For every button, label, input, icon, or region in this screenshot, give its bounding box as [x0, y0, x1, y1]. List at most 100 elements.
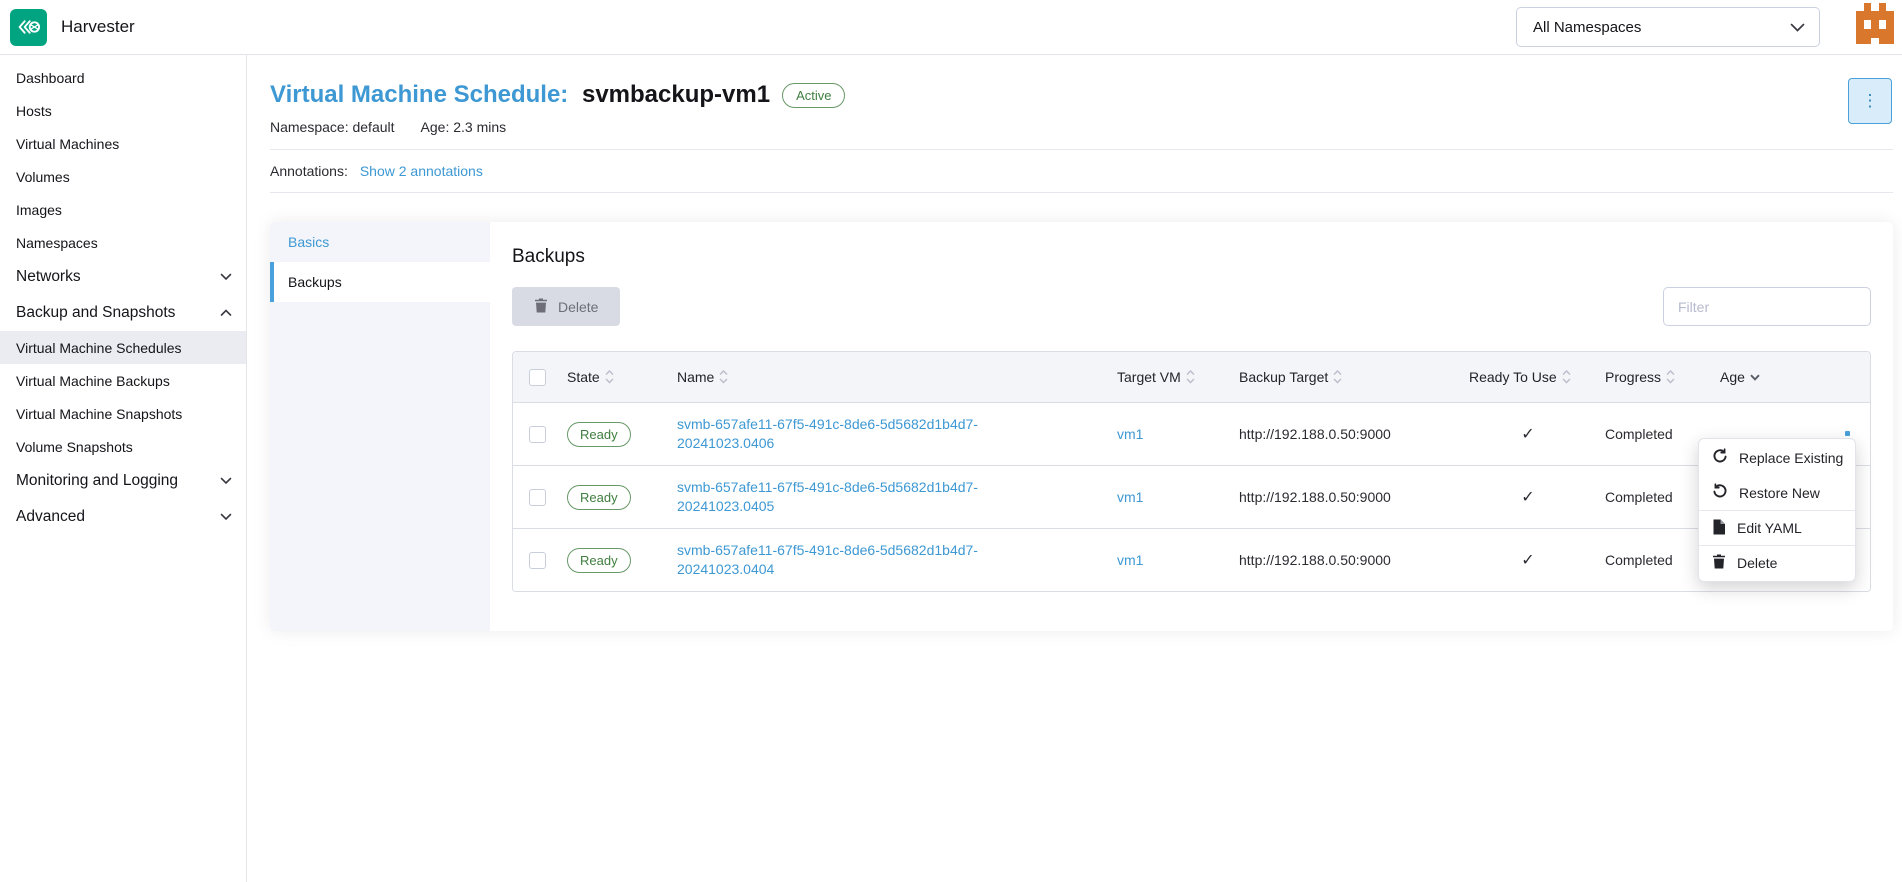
sidebar-group-label: Networks [16, 268, 81, 286]
table-row: Ready svmb-657afe11-67f5-491c-8de6-5d568… [513, 402, 1870, 465]
sidebar-group-monitoring-and-logging[interactable]: Monitoring and Logging [0, 463, 246, 499]
app-header: Harvester All Namespaces [0, 0, 1902, 55]
progress-value: Completed [1605, 426, 1673, 442]
column-header-state[interactable]: State [557, 352, 667, 402]
sidebar-item-dashboard[interactable]: Dashboard [0, 61, 246, 94]
sidebar-item-virtual-machines[interactable]: Virtual Machines [0, 127, 246, 160]
delete-button[interactable]: Delete [512, 287, 620, 326]
backups-heading: Backups [512, 246, 1871, 268]
refresh-icon [1712, 448, 1728, 467]
row-checkbox[interactable] [529, 426, 546, 443]
sidebar-item-label: Hosts [16, 103, 52, 119]
backup-name-line1: svmb-657afe11-67f5-491c-8de6-5d5682d1b4d… [677, 541, 978, 560]
namespace-select-value: All Namespaces [1533, 19, 1641, 36]
trash-icon [534, 298, 548, 316]
menu-item-edit-yaml[interactable]: Edit YAML [1699, 510, 1855, 545]
backup-target-value: http://192.188.0.50:9000 [1239, 426, 1391, 442]
target-vm-link[interactable]: vm1 [1117, 426, 1143, 442]
table-header-row: State Name Target VM Backup Target Ready… [513, 352, 1870, 402]
sidebar-item-volumes[interactable]: Volumes [0, 160, 246, 193]
backups-tab-content: Backups Delete [490, 222, 1893, 631]
page-actions-kebab-button[interactable]: ⋮ [1848, 78, 1892, 124]
sidebar-item-label: Virtual Machine Backups [16, 373, 170, 389]
sidebar-item-label: Virtual Machine Schedules [16, 340, 182, 356]
column-header-progress[interactable]: Progress [1595, 352, 1710, 402]
page-title-prefix: Virtual Machine Schedule: [270, 81, 568, 108]
backups-table: State Name Target VM Backup Target Ready… [512, 351, 1871, 592]
column-header-target-vm[interactable]: Target VM [1107, 352, 1229, 402]
chevron-down-icon [220, 268, 232, 286]
sort-desc-icon [1750, 374, 1760, 381]
backup-name-line2: 20241023.0406 [677, 434, 978, 453]
namespace-meta: Namespace: default [270, 119, 395, 135]
row-checkbox[interactable] [529, 489, 546, 506]
column-header-backup-target[interactable]: Backup Target [1229, 352, 1459, 402]
target-vm-link[interactable]: vm1 [1117, 552, 1143, 568]
status-badge: Active [782, 83, 845, 108]
user-avatar[interactable] [1856, 3, 1894, 44]
state-badge: Ready [567, 422, 631, 447]
backup-name-line1: svmb-657afe11-67f5-491c-8de6-5d5682d1b4d… [677, 415, 978, 434]
sort-icon [1186, 370, 1195, 384]
sort-icon [719, 370, 728, 384]
sidebar-item-virtual-machine-backups[interactable]: Virtual Machine Backups [0, 364, 246, 397]
column-label: Name [677, 369, 714, 385]
column-label: Age [1720, 369, 1745, 385]
sidebar-item-volume-snapshots[interactable]: Volume Snapshots [0, 430, 246, 463]
column-header-name[interactable]: Name [667, 352, 1107, 402]
menu-item-replace-existing[interactable]: Replace Existing [1699, 440, 1855, 475]
sidebar-item-label: Images [16, 202, 62, 218]
check-icon: ✓ [1521, 489, 1534, 506]
sidebar-group-backup-and-snapshots[interactable]: Backup and Snapshots [0, 295, 246, 331]
sidebar-group-networks[interactable]: Networks [0, 259, 246, 295]
table-row: Ready svmb-657afe11-67f5-491c-8de6-5d568… [513, 465, 1870, 528]
sidebar-item-namespaces[interactable]: Namespaces [0, 226, 246, 259]
avatar-identicon-icon [1856, 3, 1894, 44]
column-header-ready-to-use[interactable]: Ready To Use [1459, 352, 1595, 402]
menu-item-label: Delete [1737, 555, 1777, 571]
column-header-age[interactable]: Age [1710, 352, 1870, 402]
backup-name-link[interactable]: svmb-657afe11-67f5-491c-8de6-5d5682d1b4d… [677, 541, 978, 579]
tab-label: Basics [288, 234, 329, 250]
sidebar-item-label: Virtual Machine Snapshots [16, 406, 182, 422]
menu-item-delete[interactable]: Delete [1699, 545, 1855, 580]
progress-value: Completed [1605, 489, 1673, 505]
menu-item-label: Edit YAML [1737, 520, 1802, 536]
check-icon: ✓ [1521, 552, 1534, 569]
annotations-label: Annotations: [270, 163, 348, 179]
namespace-select[interactable]: All Namespaces [1516, 7, 1820, 47]
filter-input[interactable] [1663, 287, 1871, 326]
row-kebab-button[interactable] [1845, 431, 1850, 436]
age-meta: Age: 2.3 mins [421, 119, 507, 135]
backup-target-value: http://192.188.0.50:9000 [1239, 489, 1391, 505]
sidebar-group-advanced[interactable]: Advanced [0, 499, 246, 535]
select-all-checkbox[interactable] [529, 369, 546, 386]
row-checkbox[interactable] [529, 552, 546, 569]
sidebar-group-label: Advanced [16, 508, 85, 526]
sidebar-item-virtual-machine-schedules[interactable]: Virtual Machine Schedules [0, 331, 246, 364]
resource-meta: Namespace: default Age: 2.3 mins [248, 109, 1902, 135]
backup-name-link[interactable]: svmb-657afe11-67f5-491c-8de6-5d5682d1b4d… [677, 415, 978, 453]
tab-backups[interactable]: Backups [270, 262, 490, 302]
page-title-name: svmbackup-vm1 [582, 81, 770, 108]
show-annotations-link[interactable]: Show 2 annotations [360, 163, 483, 179]
target-vm-link[interactable]: vm1 [1117, 489, 1143, 505]
state-badge: Ready [567, 548, 631, 573]
tab-basics[interactable]: Basics [270, 222, 490, 262]
restore-icon [1712, 483, 1728, 502]
sidebar-item-images[interactable]: Images [0, 193, 246, 226]
sidebar-item-virtual-machine-snapshots[interactable]: Virtual Machine Snapshots [0, 397, 246, 430]
brand-home-link[interactable]: Harvester [0, 9, 135, 46]
column-label: Progress [1605, 369, 1661, 385]
column-label: Backup Target [1239, 369, 1328, 385]
backup-target-value: http://192.188.0.50:9000 [1239, 552, 1391, 568]
sidebar-item-hosts[interactable]: Hosts [0, 94, 246, 127]
chevron-down-icon [220, 508, 232, 526]
sort-icon [1562, 370, 1571, 384]
column-label: State [567, 369, 600, 385]
sidebar-item-label: Virtual Machines [16, 136, 119, 152]
backup-name-link[interactable]: svmb-657afe11-67f5-491c-8de6-5d5682d1b4d… [677, 478, 978, 516]
row-context-menu: Replace Existing Restore New Edit YAML D… [1698, 438, 1856, 582]
menu-item-restore-new[interactable]: Restore New [1699, 475, 1855, 510]
sort-icon [1333, 370, 1342, 384]
